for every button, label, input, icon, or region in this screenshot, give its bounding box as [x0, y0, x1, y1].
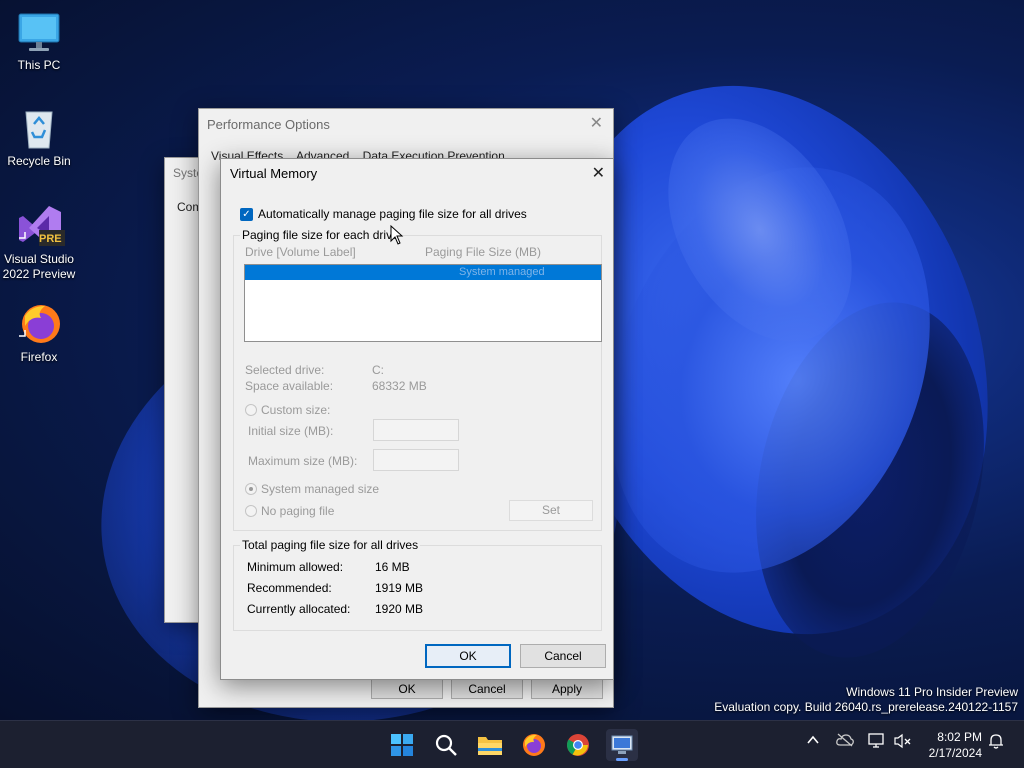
mouse-pointer-icon [390, 225, 404, 245]
pre-badge: PRE [39, 233, 62, 245]
start-icon[interactable] [386, 729, 418, 761]
search-icon[interactable] [430, 729, 462, 761]
cancel-button[interactable]: Cancel [451, 678, 523, 699]
cancel-button[interactable]: Cancel [520, 644, 606, 668]
notification-bell-icon[interactable] [988, 733, 1004, 753]
radio-selected-icon [245, 483, 257, 495]
recycle-bin-icon [17, 106, 61, 150]
window-title: Performance Options [207, 117, 330, 132]
system-managed-radio[interactable]: System managed size [245, 482, 379, 496]
minimum-allowed-value: 16 MB [375, 560, 410, 574]
desktop-icon-label: Visual Studio 2022 Preview [2, 252, 76, 281]
custom-size-radio[interactable]: Custom size: [245, 403, 330, 417]
maximum-size-input[interactable] [373, 449, 459, 471]
clock-date: 2/17/2024 [928, 746, 982, 760]
minimum-allowed-label: Minimum allowed: [247, 560, 344, 574]
close-icon[interactable]: ✕ [590, 113, 603, 133]
apply-button[interactable]: Apply [531, 678, 603, 699]
recommended-label: Recommended: [247, 581, 332, 595]
set-button[interactable]: Set [509, 500, 593, 521]
desktop-icon-recycle-bin[interactable]: Recycle Bin [0, 106, 78, 169]
drive-list[interactable]: System managed [244, 264, 602, 342]
selected-drive-value: C: [372, 363, 384, 377]
desktop-icon-label: This PC [17, 58, 61, 72]
desktop-icon-firefox[interactable]: Firefox [0, 302, 78, 365]
firefox-icon[interactable] [518, 729, 550, 761]
ok-button[interactable]: OK [425, 644, 511, 668]
no-paging-radio[interactable]: No paging file [245, 504, 334, 518]
auto-manage-checkbox[interactable]: ✓ Automatically manage paging file size … [240, 207, 527, 221]
desktop-icon-label: Recycle Bin [7, 154, 71, 168]
firefox-icon [17, 302, 61, 346]
onedrive-icon[interactable] [836, 733, 854, 751]
currently-allocated-label: Currently allocated: [247, 602, 351, 616]
monitor-icon [17, 10, 61, 54]
initial-size-label: Initial size (MB): [248, 424, 334, 438]
chrome-icon[interactable] [562, 729, 594, 761]
currently-allocated-value: 1920 MB [375, 602, 424, 616]
watermark-line-1: Windows 11 Pro Insider Preview [846, 685, 1018, 699]
virtual-memory-dialog[interactable]: Virtual Memory ✕ ✓ Automatically manage … [220, 158, 614, 680]
desktop-icon-this-pc[interactable]: This PC [0, 10, 78, 73]
space-available-value: 68332 MB [372, 379, 427, 393]
watermark-line-2: Evaluation copy. Build 26040.rs_prerelea… [714, 700, 1018, 714]
column-header-drive: Drive [Volume Label] [245, 245, 356, 259]
evaluation-watermark: Windows 11 Pro Insider Preview Evaluatio… [714, 685, 1018, 715]
file-explorer-icon[interactable] [474, 729, 506, 761]
custom-size-label: Custom size: [261, 403, 331, 417]
close-icon[interactable]: ✕ [592, 163, 605, 183]
chevron-up-icon[interactable] [806, 733, 820, 751]
ok-button[interactable]: OK [371, 678, 443, 699]
initial-size-input[interactable] [373, 419, 459, 441]
drive-size-cell: System managed [459, 266, 545, 278]
recommended-value: 1919 MB [375, 581, 424, 595]
dialog-button-row: OK Cancel Apply [371, 678, 603, 699]
system-clock[interactable]: 8:02 PM 2/17/2024 [929, 729, 982, 761]
system-managed-label: System managed size [261, 482, 380, 496]
auto-manage-label: Automatically manage paging file size fo… [258, 207, 527, 221]
checkmark-icon: ✓ [240, 207, 253, 221]
selected-drive-label: Selected drive: [245, 363, 325, 377]
space-available-label: Space available: [245, 379, 334, 393]
desktop-icon-visual-studio[interactable]: PRE Visual Studio 2022 Preview [0, 204, 78, 282]
no-paging-label: No paging file [261, 504, 335, 518]
drive-list-row[interactable]: System managed [245, 265, 601, 280]
radio-icon [245, 404, 257, 416]
total-group-label: Total paging file size for all drives [240, 538, 421, 552]
column-header-size: Paging File Size (MB) [425, 245, 542, 259]
clock-time: 8:02 PM [937, 730, 982, 744]
radio-icon [245, 505, 257, 517]
taskbar: 8:02 PM 2/17/2024 [0, 720, 1024, 768]
maximum-size-label: Maximum size (MB): [248, 454, 358, 468]
visual-studio-icon: PRE [17, 204, 65, 248]
volume-muted-icon[interactable] [894, 733, 912, 753]
system-properties-icon[interactable] [606, 729, 638, 761]
window-title: Virtual Memory [230, 166, 318, 181]
network-icon[interactable] [868, 733, 886, 753]
desktop-icon-label: Firefox [20, 350, 58, 364]
paging-group-label: Paging file size for each drive [240, 228, 401, 242]
